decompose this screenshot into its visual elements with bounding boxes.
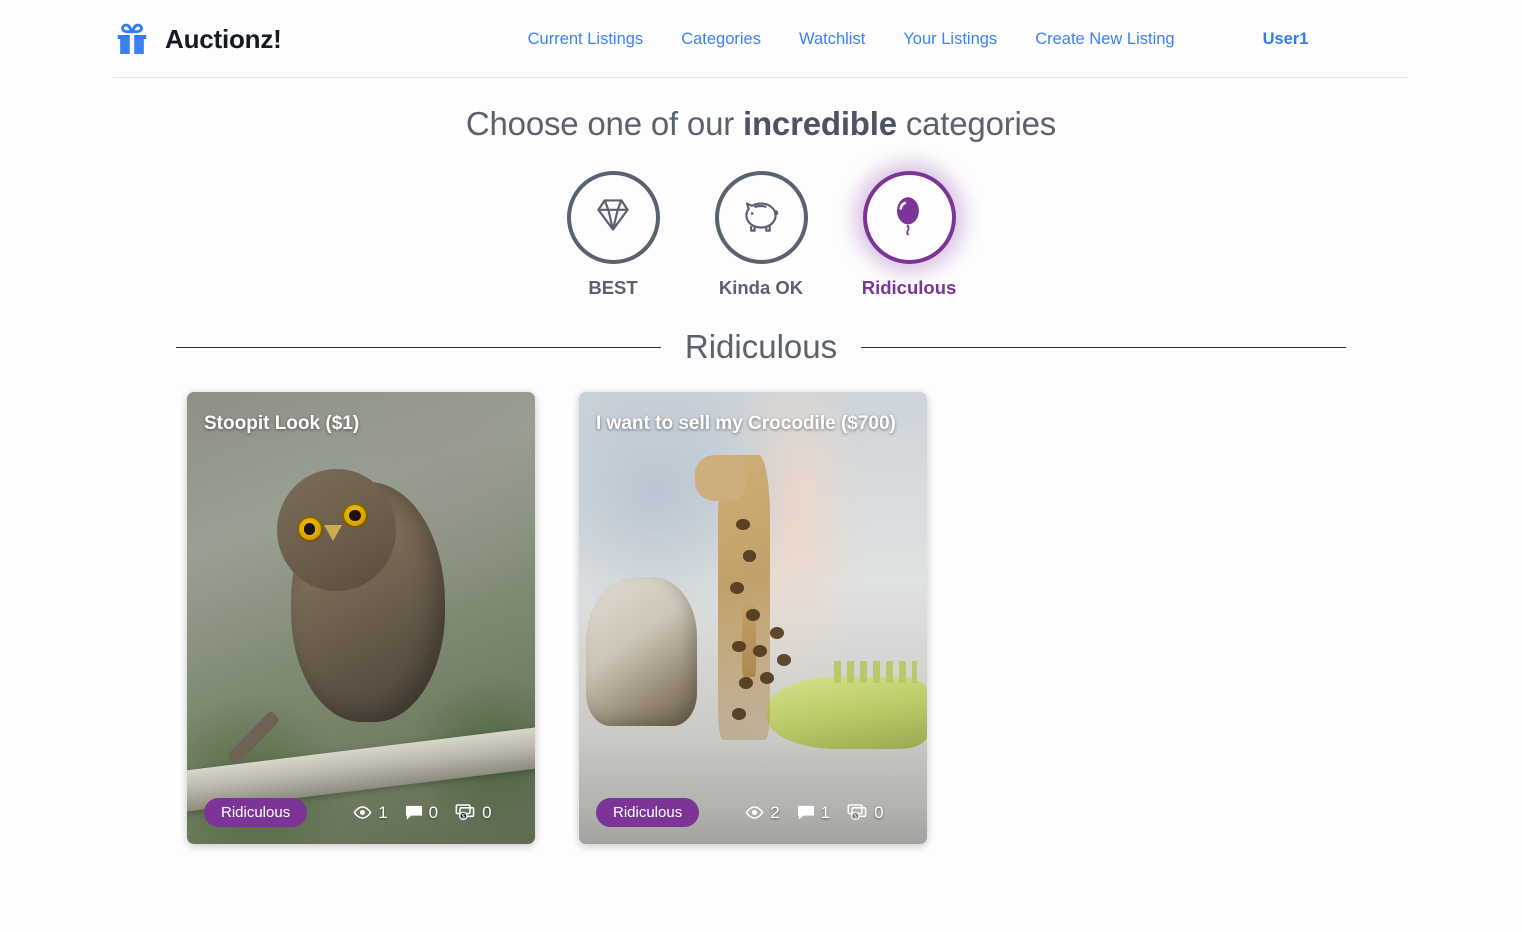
owl-pupil-left [303, 523, 316, 535]
category-item-kinda-ok[interactable]: Kinda OK [713, 171, 809, 299]
category-chooser: BEST Kinda OK Ridiculous [0, 171, 1522, 299]
listing-title: Stoopit Look ($1) [204, 413, 360, 434]
toy-giraffe-shape [695, 455, 771, 741]
comments-count: 1 [820, 802, 831, 822]
owl-beak-shape [324, 525, 343, 542]
page-title-suffix: categories [896, 105, 1057, 142]
money-bid-icon: $ [847, 804, 868, 821]
diamond-icon [588, 190, 638, 245]
giraffe-spot [770, 627, 785, 639]
category-icon-circle-kinda-ok [714, 171, 808, 264]
listing-category-badge[interactable]: Ridiculous [596, 798, 700, 827]
listing-card[interactable]: Stoopit Look ($1) Ridiculous 1 0 $ 0 [187, 392, 535, 844]
gift-icon [113, 20, 151, 58]
listing-category-badge[interactable]: Ridiculous [204, 798, 308, 827]
giraffe-spot [735, 518, 750, 531]
category-item-ridiculous[interactable]: Ridiculous [861, 171, 957, 299]
table-surface-shape [579, 744, 927, 844]
user-menu-link[interactable]: User1 [1263, 30, 1309, 49]
nav-item-watchlist[interactable]: Watchlist [799, 30, 865, 49]
listing-footer: Ridiculous 1 0 $ 0 [187, 798, 535, 827]
comment-icon [405, 805, 423, 821]
nav-item-current-listings[interactable]: Current Listings [528, 30, 644, 49]
eye-icon [745, 806, 764, 819]
comments-count: 0 [428, 802, 439, 822]
brand-logo-link[interactable]: Auctionz! [113, 20, 282, 58]
giraffe-spot [753, 645, 767, 657]
views-stat: 2 [745, 802, 780, 823]
views-stat: 1 [353, 802, 388, 823]
section-divider: Ridiculous [176, 328, 1346, 366]
toy-elephant-shape [585, 577, 698, 727]
branch-stub-shape [226, 710, 280, 766]
site-header: Auctionz! Current Listings Categories Wa… [0, 0, 1522, 78]
owl-pupil-right [348, 509, 361, 522]
category-label-best: BEST [588, 277, 638, 298]
nav-item-categories[interactable]: Categories [681, 30, 761, 49]
views-count: 2 [770, 802, 780, 822]
comment-icon [797, 805, 815, 821]
bids-stat: $ 0 [455, 802, 492, 823]
listing-stats: 1 0 $ 0 [353, 802, 492, 823]
listing-stats: 2 1 $ 0 [745, 802, 884, 823]
bids-count: 0 [482, 802, 492, 822]
comments-stat: 0 [405, 803, 438, 823]
giraffe-spot [759, 672, 774, 684]
money-bid-icon: $ [455, 804, 476, 821]
divider-rule-right [861, 346, 1346, 348]
views-count: 1 [378, 802, 388, 822]
giraffe-spot [730, 581, 745, 594]
page-title: Choose one of our incredible categories [0, 105, 1522, 143]
listing-title: I want to sell my Crocodile ($700) [596, 413, 896, 434]
giraffe-spot [739, 676, 753, 689]
category-item-best[interactable]: BEST [565, 171, 661, 299]
nav-item-create-new-listing[interactable]: Create New Listing [1035, 30, 1174, 49]
category-label-ridiculous: Ridiculous [861, 277, 957, 298]
page-title-prefix: Choose one of our [465, 105, 743, 142]
comments-stat: 1 [797, 803, 830, 823]
listing-image-toys [579, 392, 927, 844]
bids-count: 0 [874, 802, 884, 822]
category-icon-circle-ridiculous [862, 171, 956, 264]
nav-item-your-listings[interactable]: Your Listings [903, 30, 997, 49]
main-navigation: Current Listings Categories Watchlist Yo… [528, 30, 1175, 49]
listing-footer: Ridiculous 2 1 $ 0 [579, 798, 927, 827]
divider-rule-left [176, 346, 661, 348]
piggy-bank-icon [736, 190, 786, 245]
brand-title: Auctionz! [165, 23, 282, 54]
category-icon-circle-best [566, 171, 660, 264]
listing-grid: Stoopit Look ($1) Ridiculous 1 0 $ 0 I w… [0, 366, 1522, 844]
eye-icon [353, 806, 372, 819]
section-title: Ridiculous [684, 328, 838, 365]
page-title-emphasis: incredible [742, 105, 897, 142]
category-label-kinda-ok: Kinda OK [718, 277, 804, 298]
balloon-icon [884, 190, 934, 245]
listing-image-owl [187, 392, 535, 844]
toy-crocodile-shape [766, 660, 927, 750]
listing-card[interactable]: I want to sell my Crocodile ($700) Ridic… [579, 392, 927, 844]
giraffe-spot [746, 608, 760, 621]
bids-stat: $ 0 [847, 802, 884, 823]
giraffe-spot [777, 654, 792, 666]
